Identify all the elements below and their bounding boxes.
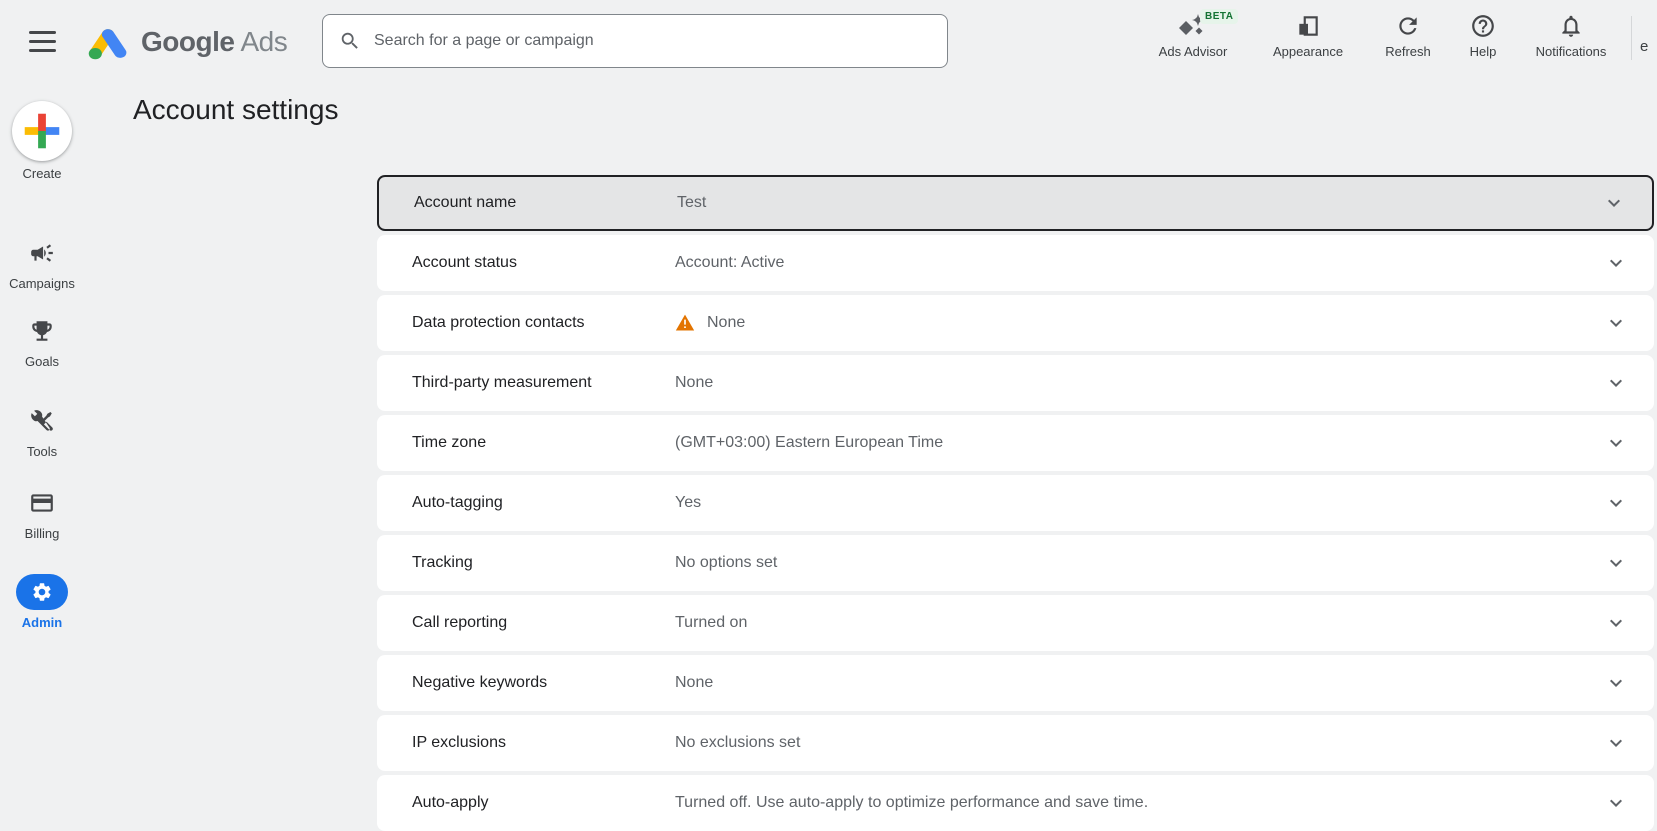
- chevron-down-icon[interactable]: [1604, 791, 1628, 815]
- chevron-down-icon[interactable]: [1604, 671, 1628, 695]
- setting-label: Account status: [412, 254, 675, 272]
- help-label: Help: [1470, 44, 1497, 59]
- sidebar-label-billing: Billing: [0, 526, 84, 541]
- settings-row[interactable]: Account status Account: Active: [377, 235, 1654, 291]
- settings-row[interactable]: Time zone (GMT+03:00) Eastern European T…: [377, 415, 1654, 471]
- settings-row[interactable]: Call reporting Turned on: [377, 595, 1654, 651]
- page-title: Account settings: [133, 94, 338, 126]
- sidebar-label-goals: Goals: [0, 354, 84, 369]
- megaphone-icon: [29, 253, 55, 270]
- chevron-down-icon[interactable]: [1604, 311, 1628, 335]
- settings-row[interactable]: IP exclusions No exclusions set: [377, 715, 1654, 771]
- sidebar-item-billing[interactable]: Billing: [0, 490, 84, 541]
- chevron-down-icon[interactable]: [1602, 191, 1626, 215]
- chevron-down-icon[interactable]: [1604, 431, 1628, 455]
- sidebar-item-admin[interactable]: Admin: [0, 574, 84, 630]
- setting-value: Turned on: [675, 614, 837, 632]
- settings-row[interactable]: Tracking No options set: [377, 535, 1654, 591]
- setting-value: Account: Active: [675, 254, 874, 272]
- sidebar-label-campaigns: Campaigns: [0, 276, 84, 291]
- credit-card-icon: [29, 503, 55, 520]
- topbar-divider: [1631, 16, 1632, 60]
- setting-value: No options set: [675, 554, 867, 572]
- sidebar-label-create: Create: [0, 166, 84, 181]
- setting-label: IP exclusions: [412, 734, 675, 752]
- appearance-label: Appearance: [1273, 44, 1343, 59]
- chevron-down-icon[interactable]: [1604, 491, 1628, 515]
- plus-icon: [12, 101, 72, 161]
- setting-label: Tracking: [412, 554, 675, 572]
- refresh-icon: [1395, 11, 1421, 41]
- setting-label: Negative keywords: [412, 674, 675, 692]
- setting-label: Data protection contacts: [412, 314, 675, 332]
- setting-value: None: [675, 313, 835, 333]
- notifications-label: Notifications: [1536, 44, 1607, 59]
- setting-label: Time zone: [412, 434, 675, 452]
- chevron-down-icon[interactable]: [1604, 371, 1628, 395]
- ads-advisor-button[interactable]: BETA Ads Advisor: [1133, 11, 1253, 59]
- setting-value: No exclusions set: [675, 734, 890, 752]
- setting-label: Third-party measurement: [412, 374, 675, 392]
- sidebar-item-goals[interactable]: Goals: [0, 318, 84, 369]
- sidebar-item-campaigns[interactable]: Campaigns: [0, 240, 84, 291]
- chevron-down-icon[interactable]: [1604, 251, 1628, 275]
- trophy-icon: [29, 331, 55, 348]
- profile-email-truncated[interactable]: e: [1640, 38, 1648, 55]
- setting-value: None: [675, 374, 803, 392]
- settings-row[interactable]: Data protection contacts None: [377, 295, 1654, 351]
- settings-row[interactable]: Account name Test: [377, 175, 1654, 231]
- notifications-button[interactable]: Notifications: [1511, 11, 1631, 59]
- settings-row[interactable]: Negative keywords None: [377, 655, 1654, 711]
- gear-icon: [16, 574, 68, 610]
- setting-value: (GMT+03:00) Eastern European Time: [675, 434, 1033, 452]
- google-ads-logo-icon[interactable]: [87, 24, 129, 65]
- chevron-down-icon[interactable]: [1604, 611, 1628, 635]
- chevron-down-icon[interactable]: [1604, 551, 1628, 575]
- sidebar-item-create[interactable]: Create: [0, 101, 84, 181]
- warning-icon: [675, 313, 695, 333]
- menu-icon[interactable]: [29, 31, 56, 52]
- google-ads-wordmark: GoogleAds: [141, 26, 287, 58]
- sidebar-item-tools[interactable]: Tools: [0, 408, 84, 459]
- search-icon: [339, 30, 361, 52]
- tools-icon: [29, 421, 55, 438]
- sidebar-label-admin: Admin: [0, 615, 84, 630]
- beta-badge: BETA: [1200, 9, 1238, 24]
- bell-icon: [1558, 11, 1584, 41]
- ads-advisor-label: Ads Advisor: [1159, 44, 1228, 59]
- setting-value: Turned off. Use auto-apply to optimize p…: [675, 794, 1238, 812]
- chevron-down-icon[interactable]: [1604, 731, 1628, 755]
- sidebar-label-tools: Tools: [0, 444, 84, 459]
- setting-value: Test: [677, 194, 796, 212]
- settings-row[interactable]: Auto-tagging Yes: [377, 475, 1654, 531]
- settings-list: Account name Test Account status Account…: [377, 175, 1654, 831]
- setting-label: Call reporting: [412, 614, 675, 632]
- setting-value: None: [675, 674, 803, 692]
- settings-row[interactable]: Third-party measurement None: [377, 355, 1654, 411]
- setting-label: Auto-apply: [412, 794, 675, 812]
- appearance-icon: [1295, 11, 1321, 41]
- setting-label: Auto-tagging: [412, 494, 675, 512]
- search-input[interactable]: [374, 32, 931, 50]
- setting-label: Account name: [414, 194, 677, 212]
- settings-row[interactable]: Auto-apply Turned off. Use auto-apply to…: [377, 775, 1654, 831]
- help-icon: [1470, 11, 1496, 41]
- setting-value: Yes: [675, 494, 791, 512]
- search-bar[interactable]: [322, 14, 948, 68]
